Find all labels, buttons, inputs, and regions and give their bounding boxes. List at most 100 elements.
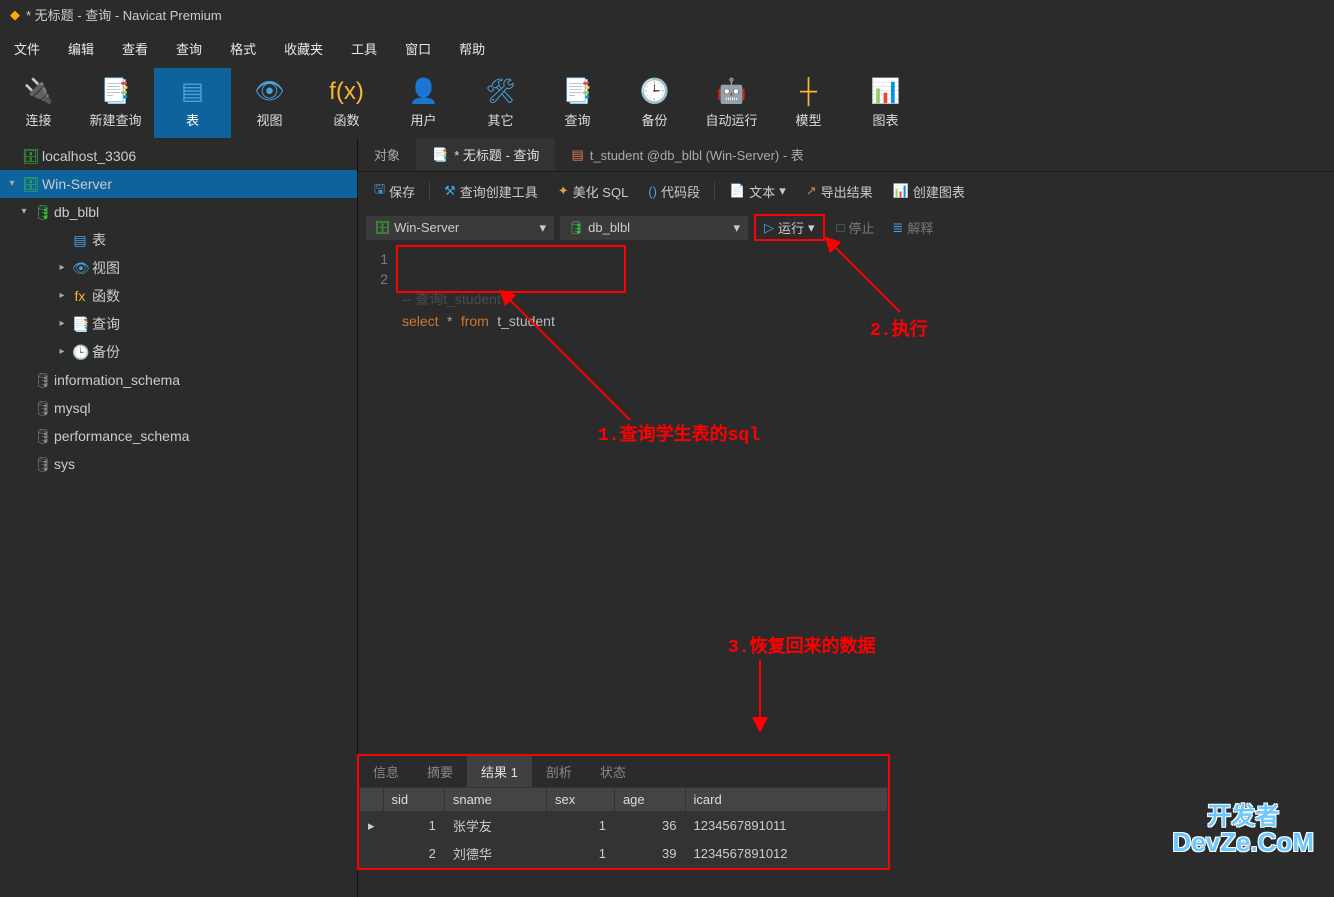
tree-item[interactable]: 🗄localhost_3306: [0, 142, 357, 170]
beautify-sql-button[interactable]: ✦美化 SQL: [552, 180, 635, 203]
export-results-button[interactable]: ↗导出结果: [800, 180, 879, 203]
menu-item[interactable]: 窗口: [391, 35, 445, 62]
cell[interactable]: 1234567891012: [685, 840, 887, 868]
函数-icon: f(x): [329, 78, 364, 106]
menu-item[interactable]: 文件: [0, 35, 54, 62]
result-tab[interactable]: 摘要: [413, 756, 467, 787]
表-icon: ▤: [181, 77, 204, 106]
expand-icon[interactable]: ▾: [6, 173, 18, 195]
tree-item[interactable]: ▸👁视图: [0, 254, 357, 282]
row-indicator: [360, 840, 384, 868]
tree-item[interactable]: 🛢information_schema: [0, 366, 357, 394]
menu-item[interactable]: 查看: [108, 35, 162, 62]
tree-item[interactable]: ▸🕒备份: [0, 338, 357, 366]
tree-item[interactable]: 🛢mysql: [0, 394, 357, 422]
menu-item[interactable]: 帮助: [445, 35, 499, 62]
results-panel: 信息摘要结果 1剖析状态 sidsnamesexageicard ▸1张学友13…: [357, 754, 890, 870]
toolbar-视图[interactable]: 👁视图: [231, 68, 308, 138]
cell[interactable]: 张学友: [444, 812, 546, 840]
row-indicator: ▸: [360, 812, 384, 840]
cell[interactable]: 39: [614, 840, 685, 868]
toolbar-其它[interactable]: 🛠其它: [462, 68, 539, 138]
toolbar-表[interactable]: ▤表: [154, 68, 231, 138]
toolbar-自动运行[interactable]: 🤖自动运行: [693, 68, 770, 138]
expand-icon[interactable]: ▸: [56, 313, 68, 335]
results-tabs: 信息摘要结果 1剖析状态: [359, 756, 888, 787]
editor-tab[interactable]: 📑* 无标题 - 查询: [416, 138, 555, 171]
menu-item[interactable]: 收藏夹: [270, 35, 337, 62]
tree-item[interactable]: 🛢sys: [0, 450, 357, 478]
database-combo[interactable]: 🛢 db_blbl ▾: [560, 216, 748, 240]
toolbar-查询[interactable]: 📑查询: [539, 68, 616, 138]
query-builder-button[interactable]: ⚒查询创建工具: [438, 180, 544, 203]
cell[interactable]: 刘德华: [444, 840, 546, 868]
snippet-button[interactable]: ()代码段: [642, 180, 706, 203]
cell[interactable]: 1: [383, 812, 444, 840]
toolbar-连接[interactable]: 🔌连接: [0, 68, 77, 138]
toolbar-用户[interactable]: 👤用户: [385, 68, 462, 138]
hammer-icon: ⚒: [444, 183, 456, 199]
sparkle-icon: ✦: [558, 183, 569, 199]
column-header[interactable]: sname: [444, 788, 546, 812]
connection-tree[interactable]: 🗄localhost_3306▾🗄Win-Server▾🛢db_blbl▤表▸👁…: [0, 138, 358, 897]
tree-item[interactable]: ▸fx函数: [0, 282, 357, 310]
toolbar-新建查询[interactable]: 📑新建查询: [77, 68, 154, 138]
result-tab[interactable]: 状态: [586, 756, 640, 787]
模型-icon: ┼: [800, 78, 817, 106]
cell[interactable]: 1234567891011: [685, 812, 887, 840]
column-header[interactable]: sid: [383, 788, 444, 812]
cell[interactable]: 1: [547, 840, 615, 868]
result-tab[interactable]: 剖析: [532, 756, 586, 787]
result-tab[interactable]: 信息: [359, 756, 413, 787]
备份-icon: 🕒: [640, 77, 670, 106]
cell[interactable]: 1: [547, 812, 615, 840]
column-header[interactable]: age: [614, 788, 685, 812]
expand-icon[interactable]: ▾: [18, 201, 30, 223]
查询-icon: 📑: [563, 77, 593, 106]
chevron-down-icon: ▾: [733, 220, 740, 236]
app-logo-icon: ◆: [10, 7, 20, 23]
menu-item[interactable]: 工具: [337, 35, 391, 62]
expand-icon[interactable]: ▸: [56, 341, 68, 363]
menu-item[interactable]: 编辑: [54, 35, 108, 62]
query-toolbar: 🖫保存 ⚒查询创建工具 ✦美化 SQL ()代码段 📄文本 ▾ ↗导出结果 📊创…: [358, 172, 1334, 210]
create-chart-button[interactable]: 📊创建图表: [887, 180, 971, 203]
tree-item[interactable]: ▸📑查询: [0, 310, 357, 338]
cell[interactable]: 2: [383, 840, 444, 868]
expand-icon[interactable]: ▸: [56, 285, 68, 307]
tree-icon: 🛢: [34, 201, 50, 223]
save-button[interactable]: 🖫保存: [368, 178, 421, 204]
menu-item[interactable]: 格式: [216, 35, 270, 62]
chart-icon: 📊: [893, 183, 909, 199]
toolbar-函数[interactable]: f(x)函数: [308, 68, 385, 138]
toolbar-图表[interactable]: 📊图表: [847, 68, 924, 138]
toolbar-备份[interactable]: 🕒备份: [616, 68, 693, 138]
explain-button[interactable]: ≣ 解释: [886, 216, 939, 239]
chevron-down-icon: ▾: [779, 183, 786, 199]
editor-tab[interactable]: 对象: [358, 138, 416, 171]
column-header[interactable]: sex: [547, 788, 615, 812]
tree-item[interactable]: ▾🛢db_blbl: [0, 198, 357, 226]
editor-tab[interactable]: ▤t_student @db_blbl (Win-Server) - 表: [555, 138, 819, 171]
table-row[interactable]: 2刘德华1391234567891012: [360, 840, 888, 868]
chevron-down-icon: ▾: [539, 220, 546, 236]
图表-icon: 📊: [871, 77, 901, 106]
视图-icon: 👁: [254, 77, 284, 106]
tree-icon: 🕒: [72, 341, 88, 363]
table-row[interactable]: ▸1张学友1361234567891011: [360, 812, 888, 840]
expand-icon[interactable]: ▸: [56, 257, 68, 279]
menu-item[interactable]: 查询: [162, 35, 216, 62]
editor-tabs: 对象📑* 无标题 - 查询▤t_student @db_blbl (Win-Se…: [358, 138, 1334, 172]
text-button[interactable]: 📄文本 ▾: [723, 180, 792, 203]
cell[interactable]: 36: [614, 812, 685, 840]
toolbar-模型[interactable]: ┼模型: [770, 68, 847, 138]
server-combo[interactable]: 🗄 Win-Server ▾: [366, 216, 554, 240]
results-grid[interactable]: sidsnamesexageicard ▸1张学友136123456789101…: [359, 787, 888, 868]
column-header[interactable]: icard: [685, 788, 887, 812]
stop-button[interactable]: □ 停止: [831, 216, 881, 239]
tree-item[interactable]: 🛢performance_schema: [0, 422, 357, 450]
result-tab[interactable]: 结果 1: [467, 756, 532, 787]
tree-item[interactable]: ▾🗄Win-Server: [0, 170, 357, 198]
tree-item[interactable]: ▤表: [0, 226, 357, 254]
run-button[interactable]: ▷ 运行 ▾: [754, 214, 825, 241]
